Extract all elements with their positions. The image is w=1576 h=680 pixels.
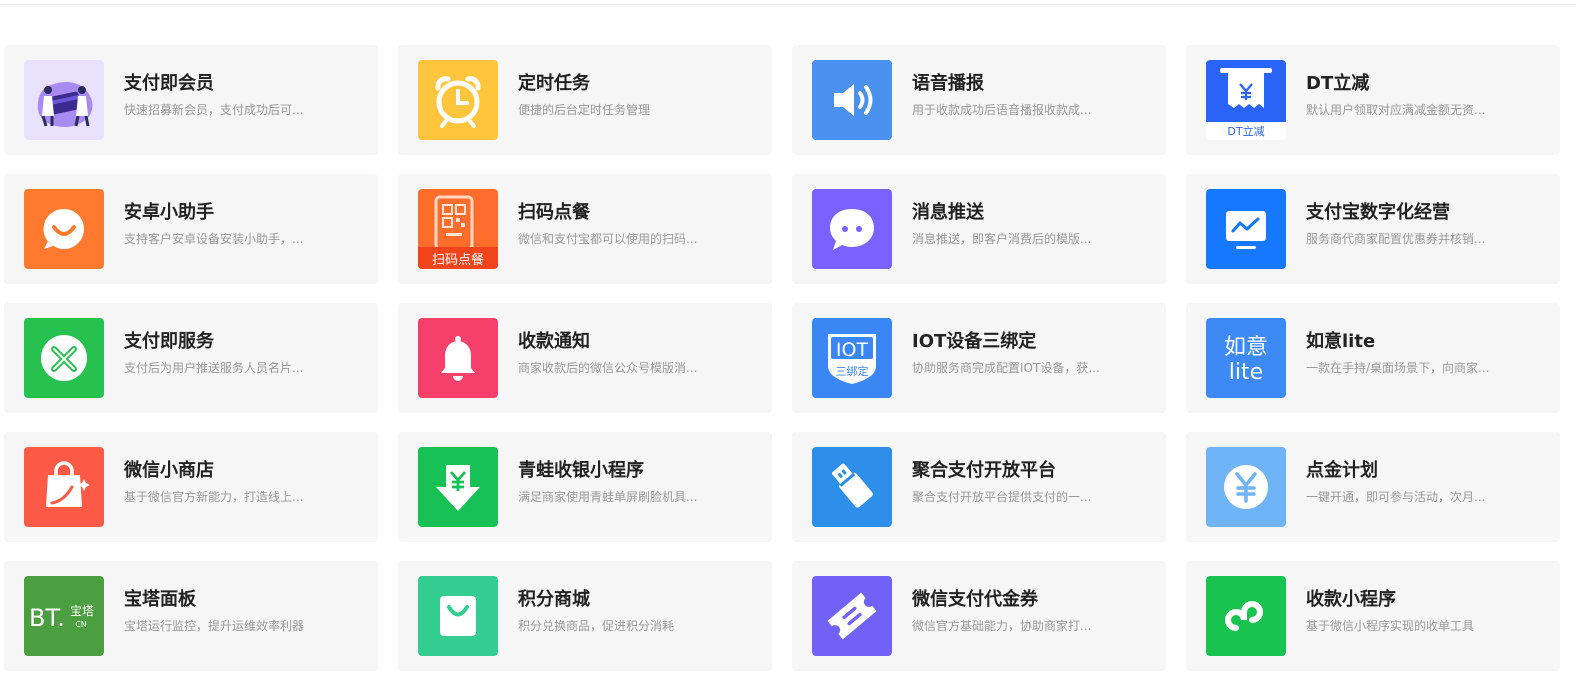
top-divider: [0, 4, 1576, 5]
plugin-card[interactable]: 支付即服务 支付后为用户推送服务人员名片...: [4, 303, 378, 413]
plugin-title: 聚合支付开放平台: [912, 460, 1056, 481]
plugin-title: IOT设备三绑定: [912, 331, 1037, 352]
plugin-card[interactable]: 消息推送 消息推送，即客户消费后的模版...: [792, 174, 1166, 284]
plugin-title: 如意lite: [1306, 331, 1376, 352]
plugin-description: 满足商家使用青蛙单屏刷脸机具...: [518, 490, 698, 504]
yuan-coin-icon: [1206, 447, 1286, 527]
plugin-card[interactable]: 安卓小助手 支持客户安卓设备安装小助手，...: [4, 174, 378, 284]
plugin-card[interactable]: 定时任务 便捷的后台定时任务管理: [398, 45, 772, 155]
plugin-card[interactable]: 积分商城 积分兑换商品，促进积分消耗: [398, 561, 772, 671]
plugin-card[interactable]: 微信小商店 基于微信官方新能力，打造线上...: [4, 432, 378, 542]
plugin-card[interactable]: 微信支付代金券 微信官方基础能力，协助商家打...: [792, 561, 1166, 671]
coupon-ticket-icon: [812, 576, 892, 656]
plugin-description: 服务商代商家配置优惠券并核销...: [1306, 232, 1486, 246]
plugin-description: 支付后为用户推送服务人员名片...: [124, 361, 304, 375]
plugin-title: 积分商城: [518, 589, 590, 610]
plugin-card[interactable]: 点金计划 一键开通，即可参与活动，次月...: [1186, 432, 1560, 542]
svg-text:IOT: IOT: [836, 339, 869, 361]
plugin-description: 一键开通，即可参与活动，次月...: [1306, 490, 1486, 504]
plugin-title: 微信支付代金券: [912, 589, 1038, 610]
plugin-card[interactable]: 聚合支付开放平台 聚合支付开放平台提供支付的一...: [792, 432, 1166, 542]
speaker-icon: [812, 60, 892, 140]
plugin-title: 安卓小助手: [124, 202, 214, 223]
ruyi-text-icon: 如意 lite: [1206, 318, 1286, 398]
plugin-card[interactable]: BT. 宝塔 CN 宝塔面板 宝塔运行监控，提升运维效率利器: [4, 561, 378, 671]
monitor-chart-icon: [1206, 189, 1286, 269]
plugin-title: 青蛙收银小程序: [518, 460, 644, 481]
plugin-title: 收款小程序: [1306, 589, 1396, 610]
plugin-card[interactable]: 收款小程序 基于微信小程序实现的收单工具: [1186, 561, 1560, 671]
plugin-description: 便捷的后台定时任务管理: [518, 103, 651, 117]
mini-program-icon: [1206, 576, 1286, 656]
plugin-description: 基于微信小程序实现的收单工具: [1306, 619, 1475, 633]
plugin-title: 支付宝数字化经营: [1306, 202, 1450, 223]
plugin-card[interactable]: IOT 三绑定 IOT设备三绑定 协助服务商完成配置IOT设备，获...: [792, 303, 1166, 413]
bt-logo-icon: BT. 宝塔 CN: [24, 576, 104, 656]
plugin-title: 微信小商店: [124, 460, 214, 481]
service-link-icon: [24, 318, 104, 398]
phone-qrcode-icon: 扫码点餐: [418, 189, 498, 269]
plugin-title: 支付即会员: [124, 73, 214, 94]
plugin-title: 语音播报: [912, 73, 984, 94]
plugin-title: 点金计划: [1306, 460, 1378, 481]
shopping-bag-icon: [24, 447, 104, 527]
plugin-description: 聚合支付开放平台提供支付的一...: [912, 490, 1092, 504]
plugin-description: 快速招募新会员，支付成功后可...: [124, 103, 304, 117]
smile-chat-icon: [24, 189, 104, 269]
plugin-description: 微信和支付宝都可以使用的扫码...: [518, 232, 698, 246]
plugin-card[interactable]: 语音播报 用于收款成功后语音播报收款成...: [792, 45, 1166, 155]
plugin-title: 收款通知: [518, 331, 590, 352]
plugin-title: 扫码点餐: [518, 202, 590, 223]
svg-text:DT立减: DT立减: [1227, 124, 1264, 138]
plugin-description: 商家收款后的微信公众号模版消...: [518, 361, 698, 375]
plugin-card[interactable]: 扫码点餐 扫码点餐 微信和支付宝都可以使用的扫码...: [398, 174, 772, 284]
alarm-clock-icon: [418, 60, 498, 140]
svg-text:扫码点餐: 扫码点餐: [432, 252, 484, 268]
plugin-title: DT立减: [1306, 73, 1370, 94]
yuan-download-icon: [418, 447, 498, 527]
plugin-card[interactable]: DT立减 DT立减 默认用户领取对应满减金额无资...: [1186, 45, 1560, 155]
svg-text:lite: lite: [1229, 360, 1263, 385]
plugin-description: 支持客户安卓设备安装小助手，...: [124, 232, 304, 246]
plugin-title: 定时任务: [518, 73, 590, 94]
plugin-description: 宝塔运行监控，提升运维效率利器: [124, 619, 305, 633]
usb-plug-icon: [812, 447, 892, 527]
svg-text:如意: 如意: [1224, 335, 1268, 360]
plugin-description: 微信官方基础能力，协助商家打...: [912, 619, 1092, 633]
svg-text:BT.: BT.: [29, 604, 65, 632]
plugin-description: 协助服务商完成配置IOT设备，获...: [912, 361, 1100, 375]
plugin-page: 支付即会员 快速招募新会员，支付成功后可... 定时任务 便捷的后台定时任务管理…: [0, 0, 1576, 680]
receipt-yuan-icon: DT立减: [1206, 60, 1286, 140]
iot-badge-icon: IOT 三绑定: [812, 318, 892, 398]
plugin-title: 宝塔面板: [124, 589, 196, 610]
plugin-description: 用于收款成功后语音播报收款成...: [912, 103, 1092, 117]
svg-text:三绑定: 三绑定: [836, 364, 869, 378]
svg-text:CN: CN: [75, 620, 87, 629]
chat-bubble-icon: [812, 189, 892, 269]
plugin-title: 支付即服务: [124, 331, 214, 352]
plugin-description: 默认用户领取对应满减金额无资...: [1306, 103, 1486, 117]
plugin-description: 积分兑换商品，促进积分消耗: [518, 619, 675, 633]
plugin-description: 基于微信官方新能力，打造线上...: [124, 490, 304, 504]
plugin-card[interactable]: 支付即会员 快速招募新会员，支付成功后可...: [4, 45, 378, 155]
plugin-card[interactable]: 收款通知 商家收款后的微信公众号模版消...: [398, 303, 772, 413]
plugin-card[interactable]: 如意 lite 如意lite 一款在手持/桌面场景下，向商家...: [1186, 303, 1560, 413]
plugin-description: 消息推送，即客户消费后的模版...: [912, 232, 1092, 246]
membership-illustration-icon: [24, 60, 104, 140]
plugin-card[interactable]: 支付宝数字化经营 服务商代商家配置优惠券并核销...: [1186, 174, 1560, 284]
plugin-grid: 支付即会员 快速招募新会员，支付成功后可... 定时任务 便捷的后台定时任务管理…: [4, 45, 1560, 671]
gift-bag-icon: [418, 576, 498, 656]
plugin-description: 一款在手持/桌面场景下，向商家...: [1306, 361, 1490, 375]
plugin-title: 消息推送: [912, 202, 984, 223]
plugin-card[interactable]: 青蛙收银小程序 满足商家使用青蛙单屏刷脸机具...: [398, 432, 772, 542]
svg-text:宝塔: 宝塔: [70, 604, 94, 618]
bell-icon: [418, 318, 498, 398]
